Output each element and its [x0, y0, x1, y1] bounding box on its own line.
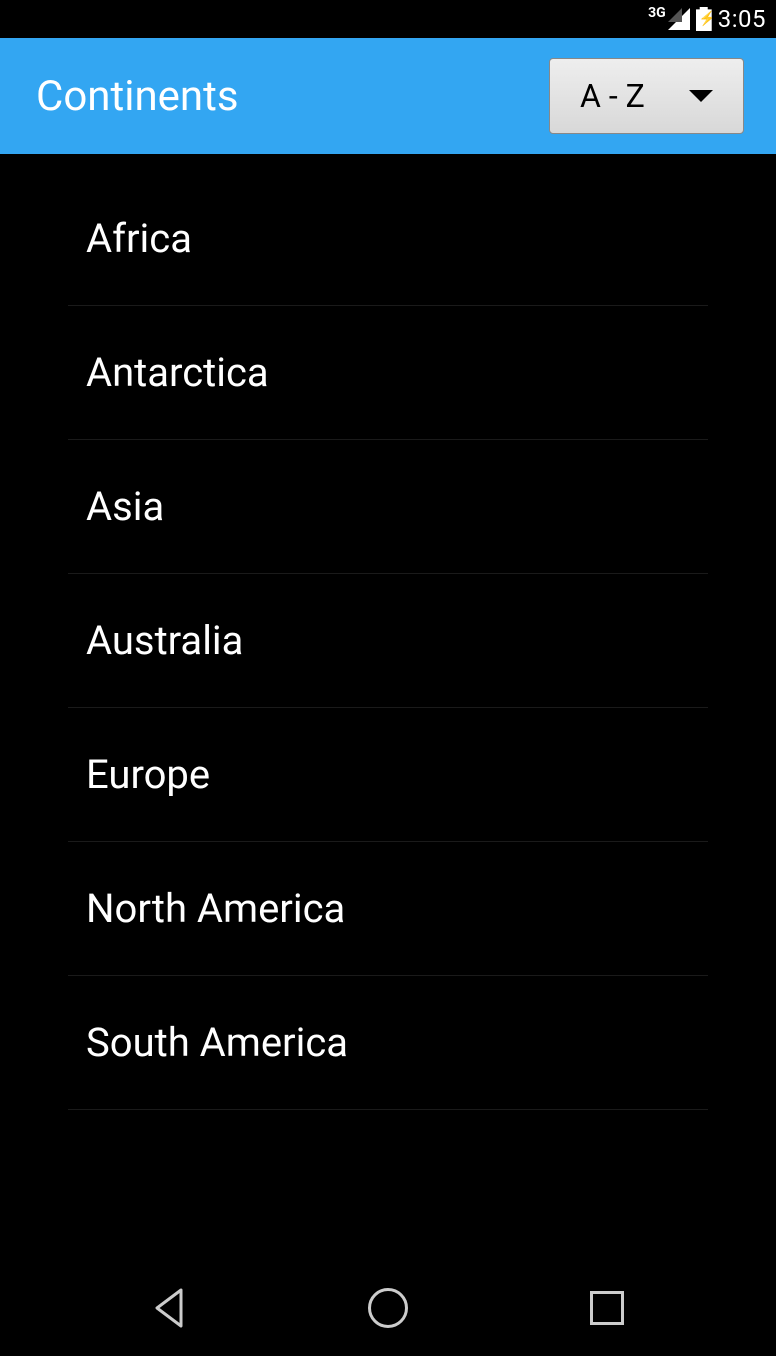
- list-item-label: South America: [86, 1019, 348, 1066]
- list-item-label: North America: [86, 885, 345, 932]
- list-item[interactable]: Australia: [68, 574, 708, 708]
- list-item-label: Australia: [86, 617, 243, 664]
- list-item[interactable]: Europe: [68, 708, 708, 842]
- list-item-label: Antarctica: [86, 349, 269, 396]
- list-item[interactable]: South America: [68, 976, 708, 1110]
- sort-dropdown[interactable]: A - Z: [549, 58, 744, 134]
- list-item[interactable]: Asia: [68, 440, 708, 574]
- sort-dropdown-label: A - Z: [580, 77, 645, 115]
- list-item[interactable]: Africa: [68, 172, 708, 306]
- list-item-label: Europe: [86, 751, 210, 798]
- list-item-label: Asia: [86, 483, 164, 530]
- recent-apps-icon: [590, 1291, 624, 1325]
- home-icon: [368, 1288, 408, 1328]
- list-item[interactable]: Antarctica: [68, 306, 708, 440]
- clock: 3:05: [718, 5, 766, 33]
- back-icon: [151, 1286, 187, 1330]
- app-bar: Continents A - Z: [0, 38, 776, 154]
- signal-icon: [668, 8, 690, 30]
- home-button[interactable]: [364, 1284, 412, 1332]
- battery-charging-icon: [696, 7, 712, 31]
- chevron-down-icon: [689, 90, 713, 102]
- status-bar: 3G 3:05: [0, 0, 776, 38]
- recent-apps-button[interactable]: [583, 1284, 631, 1332]
- list-item[interactable]: North America: [68, 842, 708, 976]
- navigation-bar: [0, 1260, 776, 1356]
- continent-list: Africa Antarctica Asia Australia Europe …: [0, 154, 776, 1110]
- network-indicator: 3G: [648, 5, 666, 21]
- page-title: Continents: [36, 72, 239, 121]
- back-button[interactable]: [145, 1284, 193, 1332]
- list-item-label: Africa: [86, 215, 192, 262]
